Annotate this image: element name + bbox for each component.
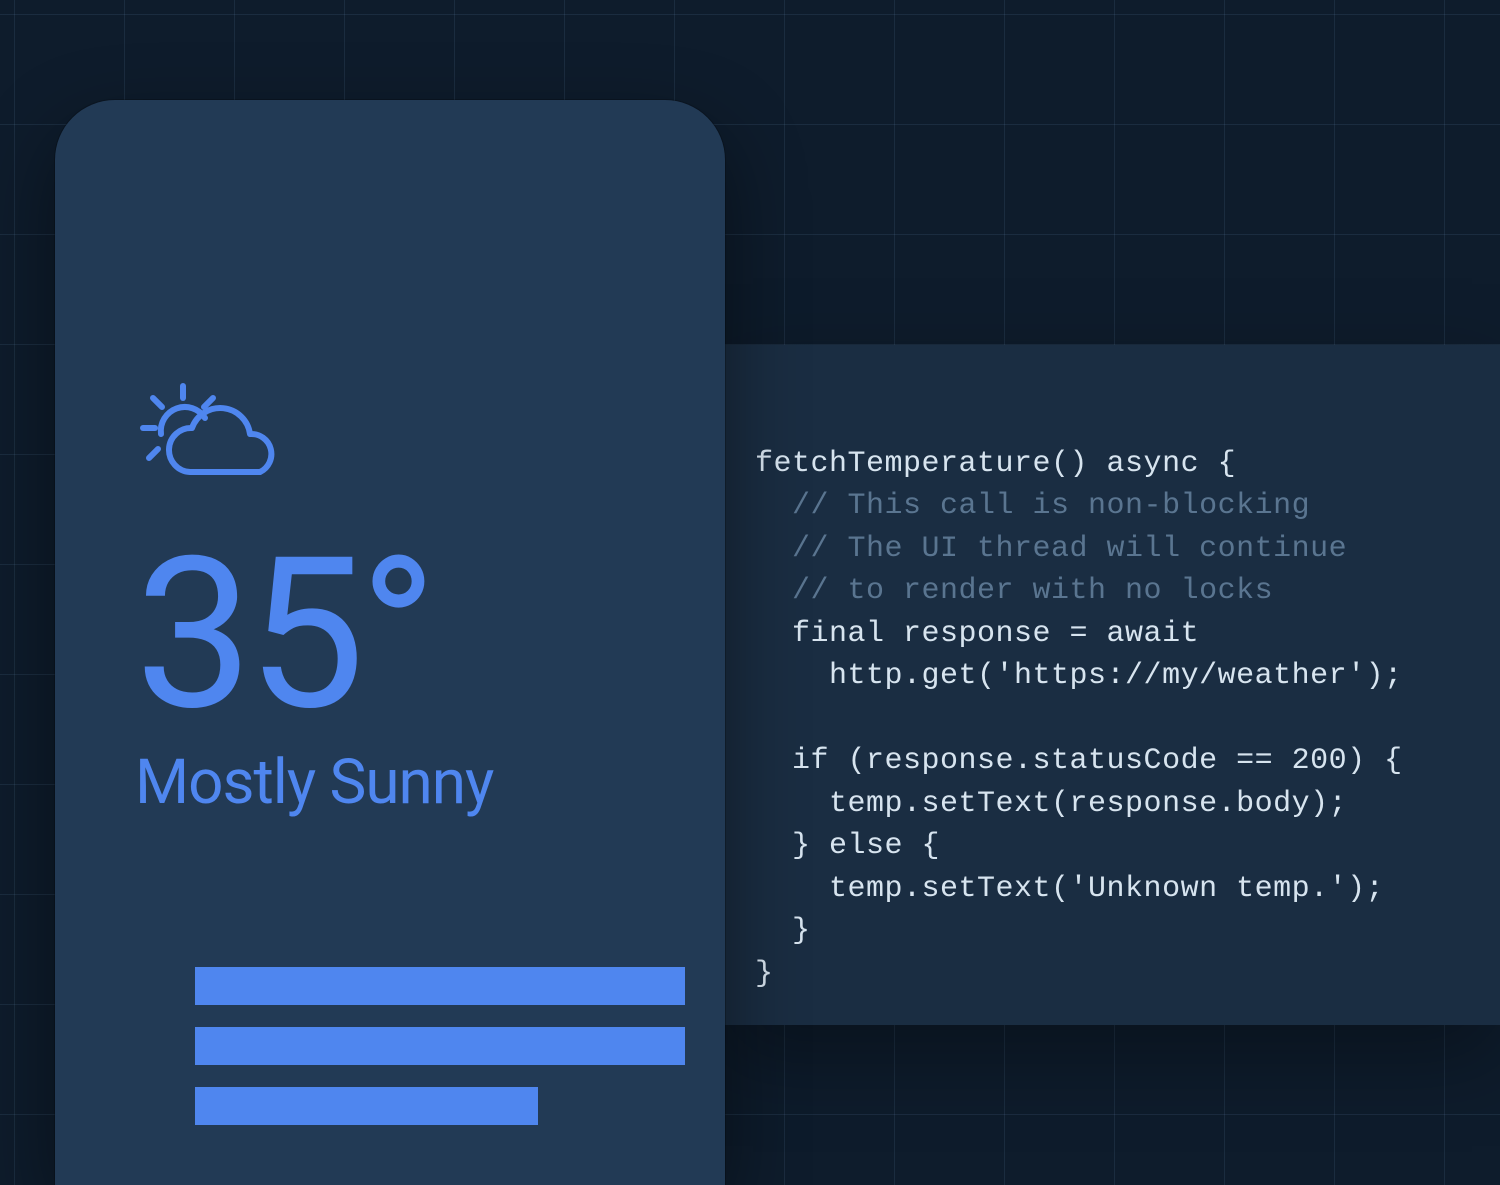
stage: fetchTemperature() async { // This call … [0,0,1500,1185]
code-line: temp.setText(response.body); [755,787,1347,821]
placeholder-bars [195,967,685,1125]
code-comment: // The UI thread will continue [755,532,1347,566]
code-block: fetchTemperature() async { // This call … [755,400,1470,995]
placeholder-bar [195,1027,685,1065]
code-line: final response = await [755,617,1199,651]
sun-cloud-icon [135,380,645,500]
code-line: } else { [755,829,940,863]
code-comment: // to render with no locks [755,574,1273,608]
phone-mockup: 35° Mostly Sunny [55,100,725,1185]
condition-label: Mostly Sunny [135,750,645,815]
placeholder-bar [195,967,685,1005]
code-line: temp.setText('Unknown temp.'); [755,872,1384,906]
placeholder-bar [195,1087,538,1125]
code-panel: fetchTemperature() async { // This call … [725,345,1500,1025]
code-line: http.get('https://my/weather'); [755,659,1403,693]
code-comment: // This call is non-blocking [755,489,1310,523]
code-line: } [755,914,811,948]
temperature-value: 35° [135,530,645,740]
code-line: } [755,957,774,991]
code-line: fetchTemperature() async { [755,447,1236,481]
code-line: if (response.statusCode == 200) { [755,744,1403,778]
